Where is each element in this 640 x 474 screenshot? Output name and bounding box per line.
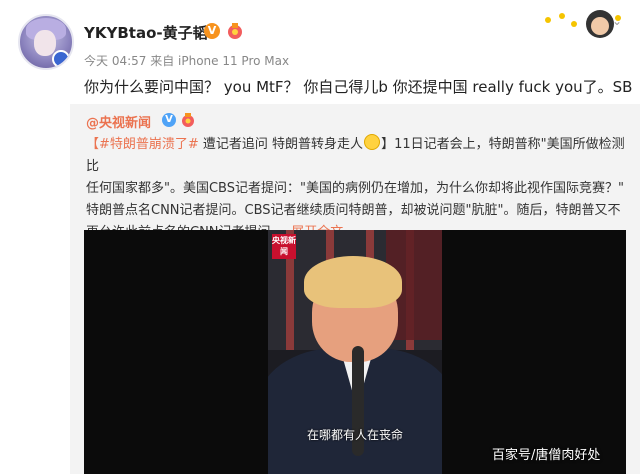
repost-username[interactable]: @央视新闻 xyxy=(86,112,151,131)
post-text: 你为什么要问中国？ you MtF？ 你自己得儿b 你还提中国 really f… xyxy=(84,78,633,96)
channel-logo: 央视新闻 xyxy=(272,234,296,259)
post-meta: 今天 04:57 来自 iPhone 11 Pro Max xyxy=(84,54,290,68)
username[interactable]: YKYBtao-黄子韬 xyxy=(84,22,208,43)
medal-icon xyxy=(228,23,242,39)
video-player[interactable]: 央视新闻 在哪都有人在丧命 xyxy=(84,230,626,474)
weibo-post: YKYBtao-黄子韬 V 今天 04:57 来自 iPhone 11 Pro … xyxy=(0,0,640,474)
verified-badge-icon: V xyxy=(204,23,220,39)
repost-line-1: 【#特朗普崩溃了# 遭记者追问 特朗普转身走人 】11日记者会上，特朗普称"美国所… xyxy=(86,134,631,178)
repost-line-2: 任何国家都多"。美国CBS记者提问："美国的病例仍在增加，为什么你却将此视作国际… xyxy=(86,181,624,196)
hashtag-link[interactable]: 【#特朗普崩溃了# xyxy=(86,137,199,152)
video-subtitle: 在哪都有人在丧命 xyxy=(306,428,403,442)
post-menu-chevron-icon[interactable]: ⌄ xyxy=(612,14,622,28)
person-hair xyxy=(304,256,402,308)
repost-text: 【#特朗普崩溃了# 遭记者追问 特朗普转身走人 】11日记者会上，特朗普称"美国所… xyxy=(86,134,631,244)
watermark-text: 百家号/唐僧肉好处 xyxy=(492,448,601,463)
avatar-badge-icon xyxy=(52,50,70,68)
repost-line-1-text-a: 遭记者追问 特朗普转身走人 xyxy=(198,137,364,152)
repost-medal-icon xyxy=(182,113,194,127)
user-avatar[interactable] xyxy=(18,14,74,70)
repost-line-3: 特朗普点名CNN记者提问。CBS记者继续质问特朗普，却被说问题"肮脏"。随后，特… xyxy=(86,203,621,218)
emoji-icon xyxy=(364,134,381,150)
avatar-face xyxy=(34,30,56,56)
repost-verified-icon: V xyxy=(162,113,176,127)
video-frame[interactable]: 央视新闻 在哪都有人在丧命 xyxy=(268,230,442,474)
repost-card[interactable]: @央视新闻 V 【#特朗普崩溃了# 遭记者追问 特朗普转身走人 】11日记者会上，… xyxy=(70,104,640,474)
